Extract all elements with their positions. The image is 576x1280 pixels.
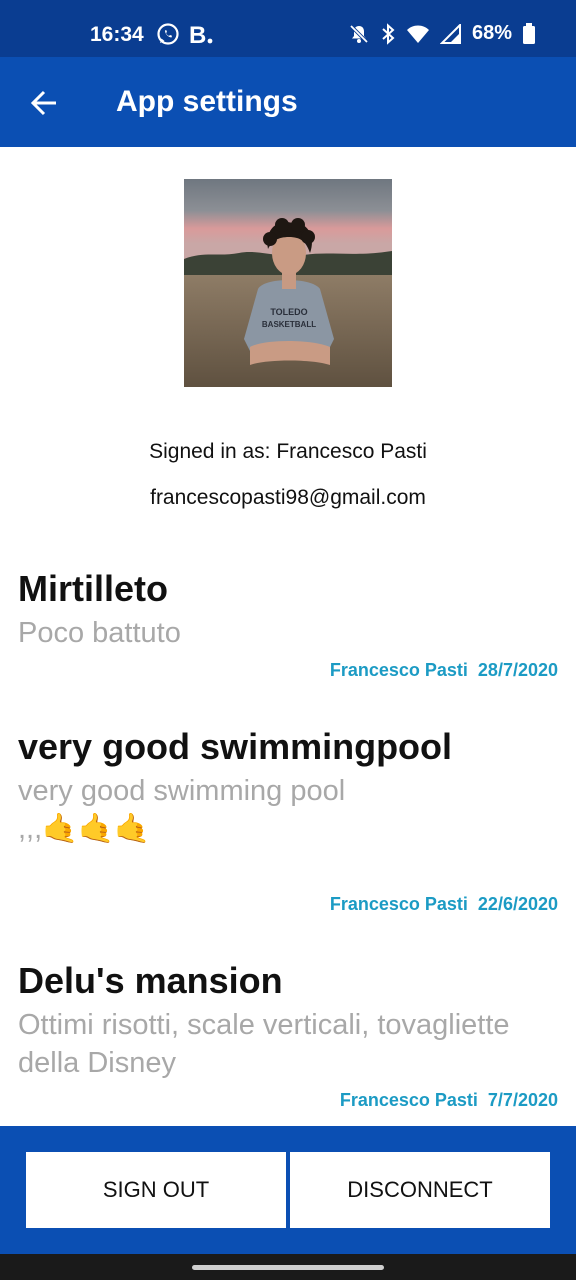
review-body: Ottimi risotti, scale verticali, tovagli…: [18, 1009, 510, 1079]
status-bar: 16:34 B 68%: [0, 0, 576, 57]
review-title: very good swimmingpool: [18, 726, 453, 767]
bluetooth-icon: [380, 22, 396, 45]
battery-icon: [522, 22, 536, 45]
profile-avatar: TOLEDO BASKETBALL: [184, 179, 392, 387]
app-bar: App settings: [0, 57, 576, 147]
list-item[interactable]: very good swimmingpool very good swimmin…: [18, 726, 568, 926]
status-time: 16:34: [90, 23, 144, 46]
review-body: very good swimming pool: [18, 775, 346, 807]
wifi-icon: [406, 24, 430, 44]
review-date: 7/7/2020: [487, 1090, 558, 1110]
bold-b-icon: B: [188, 22, 214, 46]
mute-bell-icon: [348, 23, 370, 45]
review-author: Francesco Pasti: [329, 660, 468, 680]
review-author: Francesco Pasti: [329, 894, 468, 914]
review-meta: Francesco Pasti 7/7/2020: [340, 1090, 558, 1111]
battery-percent: 68%: [471, 22, 512, 44]
sign-out-button[interactable]: SIGN OUT: [26, 1152, 286, 1228]
list-item[interactable]: Mirtilleto Poco battuto Francesco Pasti …: [18, 568, 568, 688]
list-item[interactable]: Delu's mansion Ottimi risotti, scale ver…: [18, 960, 568, 1120]
disconnect-button[interactable]: DISCONNECT: [290, 1152, 550, 1228]
back-arrow-icon: [30, 90, 56, 116]
review-date: 28/7/2020: [477, 660, 558, 680]
review-meta: Francesco Pasti 28/7/2020: [330, 660, 558, 681]
shirt-text-line2: BASKETBALL: [262, 320, 316, 329]
review-body-line2: ,,,🤙🤙🤙: [18, 813, 151, 845]
review-date: 22/6/2020: [477, 894, 558, 914]
status-left-icons: B: [156, 22, 214, 46]
page-title: App settings: [116, 85, 298, 118]
signal-icon: [439, 23, 462, 44]
home-gesture-handle[interactable]: [192, 1265, 384, 1270]
signed-in-email: francescopasti98@gmail.com: [150, 486, 426, 509]
signed-in-label: Signed in as: Francesco Pasti: [149, 440, 427, 463]
shirt-text-line1: TOLEDO: [270, 307, 307, 317]
back-button[interactable]: [22, 81, 66, 125]
review-author: Francesco Pasti: [339, 1090, 478, 1110]
review-title: Mirtilleto: [18, 568, 168, 609]
status-right-icons: 68%: [348, 22, 536, 45]
system-nav-bar: [0, 1254, 576, 1280]
review-body: Poco battuto: [18, 617, 181, 649]
bottom-action-bar: SIGN OUT DISCONNECT: [0, 1126, 576, 1254]
review-meta: Francesco Pasti 22/6/2020: [330, 894, 558, 915]
whatsapp-icon: [156, 22, 180, 46]
review-title: Delu's mansion: [18, 960, 283, 1001]
svg-text:B: B: [189, 22, 206, 46]
